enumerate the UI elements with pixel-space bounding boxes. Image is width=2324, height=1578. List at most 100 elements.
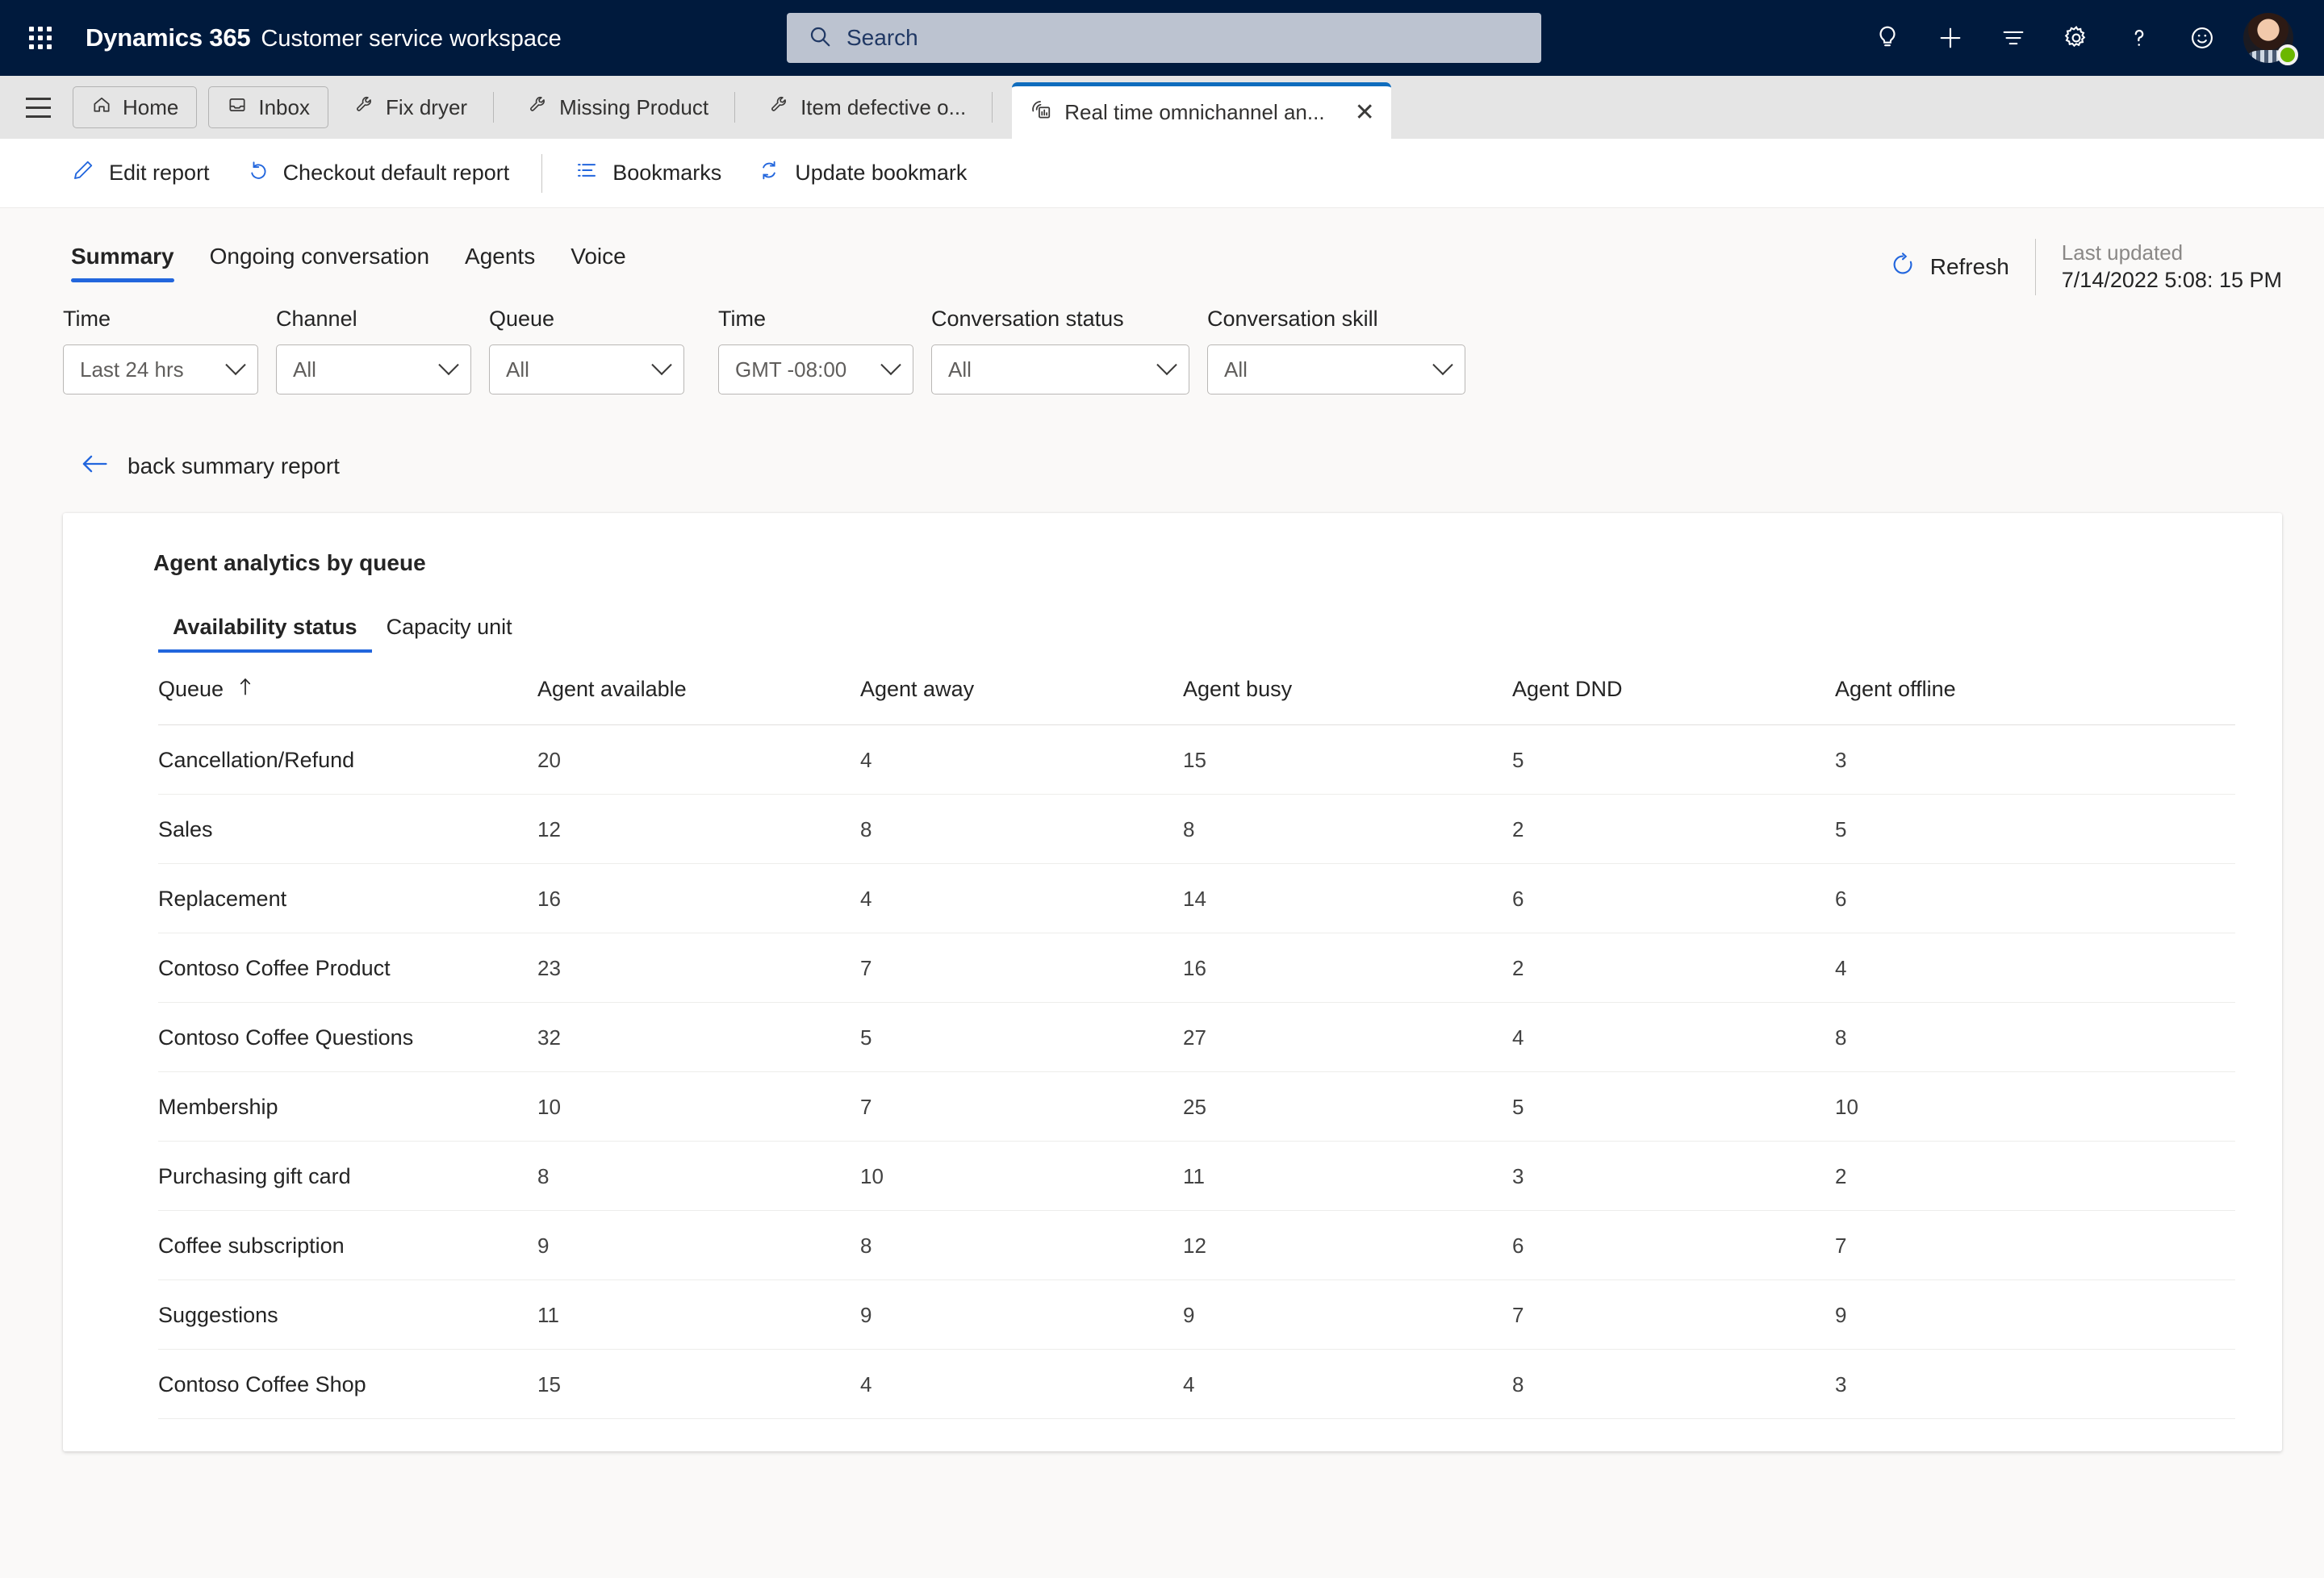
checkout-default-report-button[interactable]: Checkout default report — [228, 149, 528, 198]
filter-timezone-label: Time — [718, 307, 766, 331]
filter-channel-select[interactable]: All — [276, 344, 471, 394]
table-row[interactable]: Contoso Coffee Shop 15 4 4 8 3 — [158, 1349, 2235, 1419]
table-body: Cancellation/Refund 20 4 15 5 3 Sales 12 8 8 2 5 Rep… — [158, 724, 2235, 1419]
update-bookmark-button[interactable]: Update bookmark — [739, 149, 984, 198]
cell-metric: 14 — [1183, 863, 1512, 933]
filter-list-icon[interactable] — [1982, 0, 2045, 76]
session-tab-real-time-omnichannel-analytics[interactable]: Real time omnichannel an... ✕ — [1012, 82, 1391, 139]
filter-time-select[interactable]: Last 24 hrs — [63, 344, 258, 394]
chevron-down-icon — [651, 354, 672, 376]
cell-metric: 8 — [1183, 794, 1512, 864]
waffle-grid-icon[interactable] — [18, 15, 63, 61]
table-row[interactable]: Cancellation/Refund 20 4 15 5 3 — [158, 724, 2235, 795]
filter-queue-label: Queue — [489, 307, 555, 331]
filter-conversation-skill-value: All — [1224, 357, 1248, 382]
tab-summary[interactable]: Summary — [63, 244, 192, 282]
table-row[interactable]: Coffee subscription 9 8 12 6 7 — [158, 1210, 2235, 1280]
table-row[interactable]: Replacement 16 4 14 6 6 — [158, 863, 2235, 933]
session-tab-label: Real time omnichannel an... — [1064, 100, 1325, 124]
session-tab-label: Fix dryer — [385, 94, 468, 119]
tab-agents[interactable]: Agents — [447, 244, 553, 282]
filter-timezone-select[interactable]: GMT -08:00 — [718, 344, 913, 394]
column-header-agent-available[interactable]: Agent available — [537, 653, 860, 725]
column-header-agent-busy[interactable]: Agent busy — [1183, 653, 1512, 725]
smiley-icon[interactable] — [2171, 0, 2234, 76]
cell-metric: 3 — [1835, 724, 2235, 795]
cell-metric: 8 — [537, 1141, 860, 1211]
refresh-button[interactable]: Refresh — [1890, 252, 2035, 283]
user-avatar[interactable] — [2234, 0, 2303, 76]
command-bar: Edit report Checkout default report Book… — [0, 139, 2324, 208]
column-header-agent-offline[interactable]: Agent offline — [1835, 653, 2235, 725]
tab-agents-label: Agents — [465, 244, 536, 269]
brand: Dynamics 365 Customer service workspace — [86, 23, 562, 52]
cell-metric: 9 — [860, 1280, 1183, 1350]
tab-voice-label: Voice — [571, 244, 626, 269]
cell-metric: 7 — [1512, 1280, 1835, 1350]
wrench-icon — [528, 94, 549, 121]
cell-metric: 10 — [1835, 1071, 2235, 1142]
refresh-sync-icon — [757, 158, 781, 188]
filter-queue-select[interactable]: All — [489, 344, 684, 394]
lightbulb-icon[interactable] — [1856, 0, 1919, 76]
session-tab-label: Item defective o... — [800, 94, 967, 119]
cell-metric: 6 — [1512, 863, 1835, 933]
column-header-agent-away[interactable]: Agent away — [860, 653, 1183, 725]
cell-metric: 5 — [1835, 794, 2235, 864]
question-mark-icon[interactable] — [2108, 0, 2171, 76]
undo-icon — [245, 158, 270, 188]
filter-conversation-skill-select[interactable]: All — [1207, 344, 1465, 394]
table-row[interactable]: Purchasing gift card 8 10 11 3 2 — [158, 1141, 2235, 1211]
table-header: Queue Agent available Agent away Agent b… — [158, 653, 2235, 725]
gear-icon[interactable] — [2045, 0, 2108, 76]
search-input[interactable]: Search — [787, 13, 1541, 63]
tab-ongoing-conversation[interactable]: Ongoing conversation — [192, 244, 447, 282]
tab-availability-status[interactable]: Availability status — [158, 615, 372, 653]
table-row[interactable]: Contoso Coffee Product 23 7 16 2 4 — [158, 933, 2235, 1003]
session-tab-missing-product[interactable]: Missing Product — [510, 76, 726, 139]
filter-conversation-status: Conversation status All — [931, 307, 1189, 394]
session-tab-item-defective[interactable]: Item defective o... — [751, 76, 984, 139]
cell-metric: 8 — [860, 1210, 1183, 1280]
refresh-label: Refresh — [1929, 254, 2009, 279]
back-summary-report-label: back summary report — [127, 453, 340, 478]
column-header-agent-dnd[interactable]: Agent DND — [1512, 653, 1835, 725]
search-container: Search — [787, 13, 1541, 63]
brand-app-name: Customer service workspace — [261, 26, 562, 52]
table-row[interactable]: Suggestions 11 9 9 7 9 — [158, 1280, 2235, 1350]
filter-conversation-status-select[interactable]: All — [931, 344, 1189, 394]
cell-metric: 7 — [860, 933, 1183, 1003]
filter-bar: Time Last 24 hrs Channel All Queue All T… — [0, 282, 2324, 394]
session-tab-fix-dryer[interactable]: Fix dryer — [336, 76, 485, 139]
cell-metric: 4 — [1835, 933, 2235, 1003]
cell-metric: 12 — [537, 794, 860, 864]
table-row[interactable]: Contoso Coffee Questions 32 5 27 4 8 — [158, 1002, 2235, 1072]
top-navigation-bar: Dynamics 365 Customer service workspace … — [0, 0, 2324, 76]
cell-metric: 9 — [1183, 1280, 1512, 1350]
cell-metric: 10 — [537, 1071, 860, 1142]
column-header-queue[interactable]: Queue — [158, 653, 537, 725]
back-summary-report-link[interactable]: back summary report — [0, 394, 340, 479]
cell-metric: 4 — [860, 724, 1183, 795]
plus-icon[interactable] — [1919, 0, 1982, 76]
edit-report-button[interactable]: Edit report — [53, 149, 228, 198]
tab-voice[interactable]: Voice — [553, 244, 644, 282]
filter-queue-value: All — [506, 357, 529, 382]
cell-metric: 2 — [1512, 794, 1835, 864]
tab-capacity-unit[interactable]: Capacity unit — [372, 615, 527, 653]
cell-queue-name: Suggestions — [158, 1280, 537, 1350]
filter-conversation-skill: Conversation skill All — [1207, 307, 1465, 394]
home-button[interactable]: Home — [73, 86, 198, 128]
close-icon[interactable]: ✕ — [1355, 100, 1375, 125]
table-row[interactable]: Membership 10 7 25 5 10 — [158, 1071, 2235, 1142]
report-page: Summary Ongoing conversation Agents Voic… — [0, 208, 2324, 1578]
tab-divider — [734, 92, 736, 123]
bookmarks-button[interactable]: Bookmarks — [557, 149, 739, 198]
cell-metric: 15 — [537, 1349, 860, 1419]
hamburger-menu-icon[interactable] — [15, 76, 61, 139]
table-row[interactable]: Sales 12 8 8 2 5 — [158, 794, 2235, 864]
inbox-button[interactable]: Inbox — [208, 86, 328, 128]
chevron-down-icon — [225, 354, 246, 376]
cell-metric: 5 — [1512, 1071, 1835, 1142]
cell-metric: 7 — [1835, 1210, 2235, 1280]
